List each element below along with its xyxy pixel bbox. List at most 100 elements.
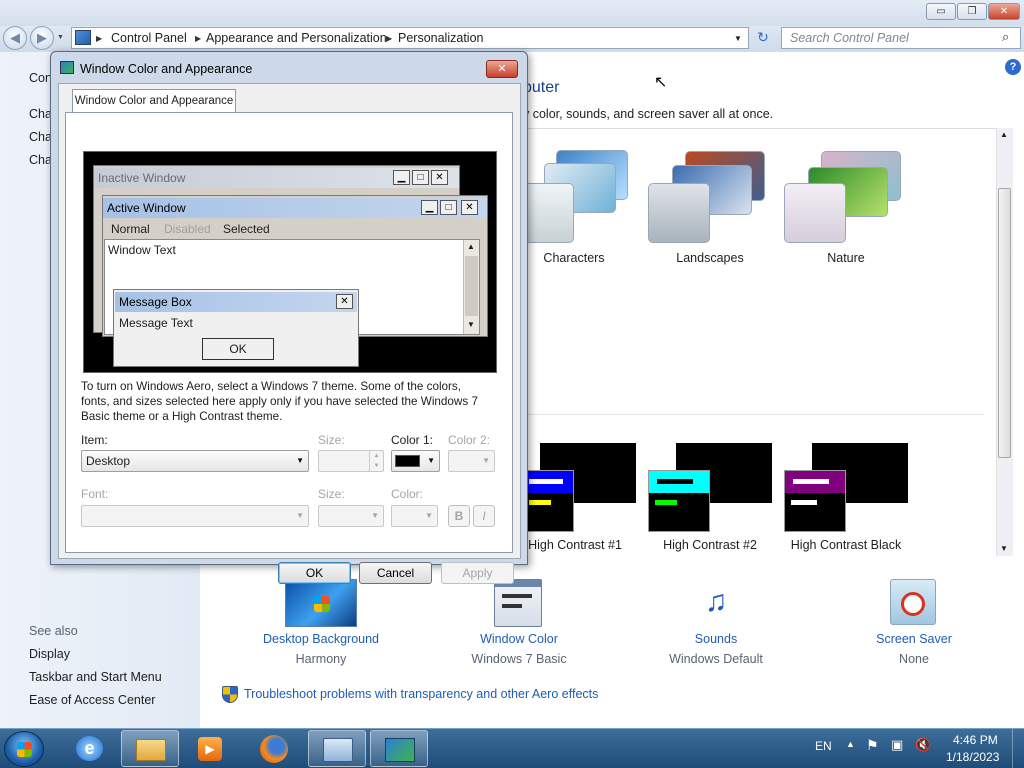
start-button[interactable]: [4, 731, 44, 767]
close-button[interactable]: ✕: [988, 3, 1020, 20]
hc-preview-front: [784, 470, 846, 532]
no-entry-icon: [901, 592, 925, 616]
preview-scroll-up-icon: ▲: [467, 242, 475, 251]
help-icon[interactable]: ?: [1005, 59, 1021, 75]
desktop-background-link[interactable]: Desktop Background: [231, 632, 411, 646]
window-color-link[interactable]: Window Color: [429, 632, 609, 646]
preview-msgbox-title: Message Box: [115, 292, 357, 312]
taskbar-windows-explorer[interactable]: [121, 730, 179, 767]
breadcrumb-arrow-icon[interactable]: ▶: [386, 34, 392, 43]
show-hidden-icons-chevron-icon[interactable]: ▲: [846, 739, 855, 749]
restore-button[interactable]: ❐: [957, 3, 987, 20]
refresh-icon[interactable]: ↻: [752, 29, 774, 49]
preview-scroll-thumb: [465, 256, 478, 316]
clock-time[interactable]: 4:46 PM: [953, 733, 998, 747]
shield-icon: [222, 686, 238, 703]
sidebar-item-ease-of-access[interactable]: Ease of Access Center: [29, 693, 155, 707]
action-center-flag-icon[interactable]: ⚑: [866, 737, 879, 754]
font-label: Font:: [81, 487, 109, 501]
scroll-up-icon[interactable]: ▲: [1000, 130, 1008, 139]
ok-button[interactable]: OK: [278, 562, 351, 584]
font-size-label: Size:: [318, 487, 345, 501]
theme-landscapes[interactable]: Landscapes: [640, 145, 780, 270]
chevron-down-icon: ▼: [425, 511, 433, 520]
italic-button[interactable]: I: [473, 505, 495, 527]
taskbar-media-player[interactable]: ▶: [181, 730, 239, 767]
network-icon[interactable]: ▣: [891, 737, 903, 753]
desktop-background-icon[interactable]: [285, 579, 357, 627]
theme-characters[interactable]: Characters: [516, 145, 656, 270]
minimize-button[interactable]: ▭: [926, 3, 956, 20]
item-select[interactable]: Desktop ▼: [81, 450, 309, 472]
hc-text-bar: [655, 500, 677, 505]
address-bar[interactable]: ▶ Control Panel ▶ Appearance and Persona…: [71, 27, 749, 49]
sounds-link[interactable]: Sounds: [626, 632, 806, 646]
back-arrow-icon[interactable]: ◀: [3, 26, 27, 50]
preview-menu-selected: Selected: [223, 222, 270, 236]
search-input[interactable]: Search Control Panel ⌕: [781, 27, 1021, 49]
hc-preview-front: [648, 470, 710, 532]
sidebar-item-taskbar[interactable]: Taskbar and Start Menu: [29, 670, 162, 684]
theme-label: Nature: [827, 251, 865, 265]
breadcrumb-personalization[interactable]: Personalization: [398, 31, 483, 45]
search-icon[interactable]: ⌕: [1002, 29, 1009, 45]
screen-saver-link[interactable]: Screen Saver: [824, 632, 1004, 646]
window-color-line: [502, 594, 532, 598]
hc-text-bar: [657, 479, 693, 484]
size-spinner[interactable]: ▲ ▼: [318, 450, 384, 472]
sounds-icon[interactable]: ♫: [692, 578, 740, 626]
sidebar-link[interactable]: Cha: [29, 153, 52, 167]
bold-button[interactable]: B: [448, 505, 470, 527]
theme-high-contrast-1[interactable]: High Contrast #1: [516, 443, 646, 555]
font-select[interactable]: ▼: [81, 505, 309, 527]
breadcrumb-arrow-icon[interactable]: ▶: [195, 34, 201, 43]
theme-high-contrast-2[interactable]: High Contrast #2: [640, 443, 780, 555]
page-title: puter: [523, 79, 560, 96]
breadcrumb-arrow-icon[interactable]: ▶: [96, 34, 102, 43]
sidebar-link[interactable]: Cha: [29, 107, 52, 121]
show-desktop-button[interactable]: [1012, 729, 1024, 768]
taskbar-firefox[interactable]: [245, 730, 303, 767]
control-panel-icon: [75, 30, 91, 45]
preview-menu-disabled: Disabled: [164, 222, 211, 236]
taskbar-control-panel[interactable]: [308, 730, 366, 767]
troubleshoot-link[interactable]: Troubleshoot problems with transparency …: [244, 687, 598, 701]
window-color-icon[interactable]: [494, 579, 542, 627]
sidebar-link[interactable]: Cha: [29, 130, 52, 144]
tab-window-color[interactable]: Window Color and Appearance: [72, 89, 236, 113]
recent-pages-chevron-icon[interactable]: ▼: [57, 34, 64, 41]
color2-picker[interactable]: ▼: [448, 450, 495, 472]
breadcrumb-appearance[interactable]: Appearance and Personalization: [206, 31, 387, 45]
theme-high-contrast-black[interactable]: High Contrast Black: [776, 443, 916, 555]
sidebar-home-link[interactable]: Con: [29, 71, 52, 85]
cancel-button[interactable]: Cancel: [359, 562, 432, 584]
font-color-picker[interactable]: ▼: [391, 505, 438, 527]
color1-picker[interactable]: ▼: [391, 450, 440, 472]
chevron-down-icon: ▼: [482, 456, 490, 465]
scroll-down-icon[interactable]: ▼: [1000, 544, 1008, 553]
preview-minimize-icon: ▁: [421, 200, 438, 215]
screen-saver-value: None: [899, 652, 929, 666]
font-size-select[interactable]: ▼: [318, 505, 384, 527]
spinner-arrows-icon[interactable]: ▲ ▼: [369, 451, 383, 471]
dialog-title: Window Color and Appearance: [80, 62, 253, 76]
screen-saver-icon[interactable]: [890, 579, 936, 625]
apply-button[interactable]: Apply: [441, 562, 514, 584]
search-placeholder: Search Control Panel: [790, 31, 909, 45]
breadcrumb-control-panel[interactable]: Control Panel: [111, 31, 187, 45]
appearance-preview[interactable]: Inactive Window ▁ □ ✕ Active Window ▁ □ …: [83, 151, 497, 373]
scrollbar-thumb[interactable]: [998, 188, 1011, 458]
volume-muted-icon[interactable]: 🔇: [915, 737, 931, 753]
language-indicator[interactable]: EN: [815, 739, 832, 753]
color1-swatch: [395, 455, 420, 467]
clock-date[interactable]: 1/18/2023: [946, 750, 999, 764]
taskbar-personalization[interactable]: [370, 730, 428, 767]
taskbar-internet-explorer[interactable]: e: [62, 730, 120, 767]
theme-nature[interactable]: Nature: [776, 145, 916, 270]
sidebar-item-display[interactable]: Display: [29, 647, 70, 661]
internet-explorer-icon: e: [76, 736, 103, 761]
address-dropdown-icon[interactable]: ▼: [734, 34, 742, 43]
windows-logo-icon: [314, 596, 330, 612]
dialog-close-button[interactable]: ✕: [486, 60, 518, 78]
forward-arrow-icon[interactable]: ▶: [30, 26, 54, 50]
